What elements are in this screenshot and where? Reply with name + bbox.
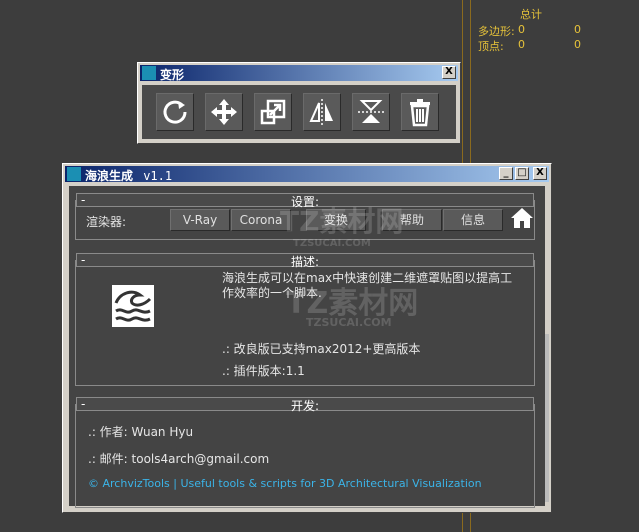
flip-vertical-icon: [358, 100, 384, 123]
trash-icon: [410, 99, 430, 127]
plugin-version: .: 插件版本:1.1: [222, 364, 305, 378]
developer-group: - 开发: .: 作者: Wuan Hyu .: 邮件: tools4arch@…: [75, 397, 535, 508]
archviz-link[interactable]: © ArchvizTools | Useful tools & scripts …: [88, 477, 482, 490]
maximize-button[interactable]: □: [515, 167, 529, 180]
description-text-2: 作效率的一个脚本.: [222, 286, 322, 300]
email-text: .: 邮件: tools4arch@gmail.com: [88, 452, 270, 466]
description-rollout-header[interactable]: - 描述:: [76, 253, 534, 269]
app-icon: [67, 167, 81, 181]
renderer-label: 渲染器:: [86, 215, 127, 229]
refresh-icon: [163, 100, 187, 124]
deform-title: 变形: [160, 68, 185, 82]
author-text: .: 作者: Wuan Hyu: [88, 425, 194, 439]
help-button[interactable]: 帮助: [382, 209, 442, 231]
close-button[interactable]: X: [442, 66, 456, 79]
wave-logo: [112, 285, 154, 327]
app-icon: [142, 66, 156, 80]
developer-rollout-header[interactable]: - 开发:: [76, 397, 534, 413]
scrollbar[interactable]: [545, 334, 549, 502]
close-button[interactable]: X: [533, 167, 547, 180]
transform-button[interactable]: 变换: [306, 209, 366, 231]
info-button[interactable]: 信息: [443, 209, 503, 231]
description-group: - 描述: 海浪生成可以在max中快速创建二维遮罩贴图以提高工 作效率的一个脚本…: [75, 253, 535, 386]
home-button[interactable]: [509, 207, 535, 233]
scale-button[interactable]: [254, 93, 292, 131]
wave-title: 海浪生成 v1.1: [85, 169, 173, 183]
flip-button[interactable]: [352, 93, 390, 131]
wave-icon: [114, 290, 152, 322]
home-icon: [511, 208, 533, 228]
settings-group: - 设置: 渲染器: V-Ray Corona 变换 帮助 信息: [75, 193, 535, 240]
scale-icon: [260, 99, 286, 125]
corona-button[interactable]: Corona: [231, 209, 291, 231]
stats-header: 总计: [520, 8, 542, 21]
deform-toolbar: [142, 85, 456, 139]
vray-button[interactable]: V-Ray: [170, 209, 230, 231]
move-icon: [211, 99, 237, 125]
wave-window: 海浪生成 v1.1 _ □ X - 设置: 渲染器: V-Ray Corona …: [62, 163, 552, 513]
wave-titlebar[interactable]: 海浪生成 v1.1 _ □ X: [65, 166, 549, 183]
rollout-area: - 设置: 渲染器: V-Ray Corona 变换 帮助 信息 - 描述: 海…: [69, 186, 545, 508]
move-button[interactable]: [205, 93, 243, 131]
settings-rollout-header[interactable]: - 设置:: [76, 193, 534, 209]
compatibility-note: .: 改良版已支持max2012+更高版本: [222, 342, 421, 356]
delete-button[interactable]: [401, 93, 439, 131]
mirror-icon: [309, 99, 333, 125]
deform-window: 变形 X: [137, 62, 461, 144]
minimize-button[interactable]: _: [499, 167, 513, 180]
reset-button[interactable]: [156, 93, 194, 131]
deform-titlebar[interactable]: 变形 X: [140, 65, 458, 82]
mirror-button[interactable]: [303, 93, 341, 131]
